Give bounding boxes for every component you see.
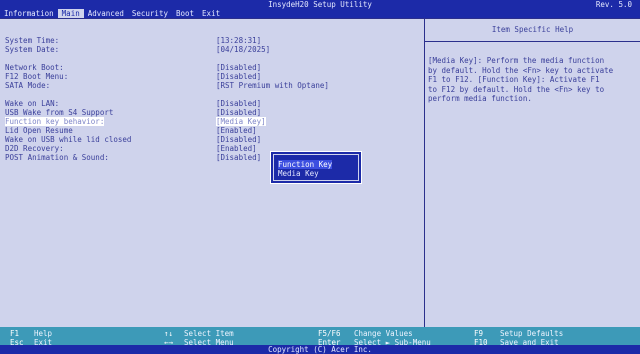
- setting-value[interactable]: [Disabled]: [216, 99, 261, 108]
- function-key-options-popup: Function Key Media Key: [270, 151, 362, 184]
- menu-information[interactable]: Information: [0, 9, 58, 18]
- setting-value[interactable]: [Disabled]: [216, 108, 261, 117]
- setting-network-boot[interactable]: Network Boot: [Disabled]: [5, 63, 415, 72]
- setting-label: SATA Mode:: [5, 81, 51, 90]
- setting-label: Network Boot:: [5, 63, 64, 72]
- setting-value[interactable]: [RST Premium with Optane]: [216, 81, 329, 90]
- setting-function-key-behavior[interactable]: Function key behavior: [Media Key]: [5, 117, 415, 126]
- revision-label: Rev. 5.0: [595, 0, 632, 9]
- menu-main[interactable]: Main: [57, 9, 84, 18]
- help-line: perform media function.: [428, 94, 532, 104]
- help-pane: Item Specific Help [Media Key]: Perform …: [425, 19, 640, 327]
- setting-label: System Date:: [5, 45, 60, 54]
- setting-sata-mode[interactable]: SATA Mode: [RST Premium with Optane]: [5, 81, 415, 90]
- option-media-key[interactable]: Media Key: [278, 169, 319, 178]
- setting-lid-open-resume[interactable]: Lid Open Resume [Enabled]: [5, 126, 415, 135]
- setting-value[interactable]: [Disabled]: [216, 153, 261, 162]
- legend-key: F1: [10, 329, 20, 338]
- setting-label: POST Animation & Sound:: [5, 153, 109, 162]
- help-title: Item Specific Help: [425, 19, 640, 42]
- help-line: by default. Hold the <Fn> key to activat…: [428, 65, 614, 75]
- menu-exit[interactable]: Exit: [198, 9, 224, 18]
- setting-system-time[interactable]: System Time: [13:28:31]: [5, 36, 415, 45]
- menu-security[interactable]: Security: [128, 9, 172, 18]
- option-function-key[interactable]: Function Key: [278, 160, 333, 169]
- setting-label: F12 Boot Menu:: [5, 72, 69, 81]
- setting-f12-boot-menu[interactable]: F12 Boot Menu: [Disabled]: [5, 72, 415, 81]
- legend-f5-f6: F5/F6 Change Values: [318, 329, 413, 338]
- setting-value[interactable]: [13:28:31]: [216, 36, 261, 45]
- top-bar: InsydeH20 Setup Utility Rev. 5.0 Informa…: [0, 0, 640, 18]
- setting-value[interactable]: [Disabled]: [216, 72, 261, 81]
- setting-value[interactable]: [04/18/2025]: [216, 45, 270, 54]
- legend-desc: Select Item: [184, 329, 234, 338]
- setting-usb-wake-s4[interactable]: USB Wake from S4 Support [Disabled]: [5, 108, 415, 117]
- legend-desc: Help: [34, 329, 53, 338]
- legend-key: ↑↓: [164, 329, 174, 338]
- setting-label: System Time:: [5, 36, 60, 45]
- setting-value[interactable]: [Enabled]: [216, 144, 257, 153]
- setting-wake-on-usb-lid-closed[interactable]: Wake on USB while lid closed [Disabled]: [5, 135, 415, 144]
- setting-label: Wake on LAN:: [5, 99, 60, 108]
- setting-label: Lid Open Resume: [5, 126, 73, 135]
- legend-f1: F1 Help: [10, 329, 52, 338]
- legend-key: F5/F6: [318, 329, 341, 338]
- setting-system-date[interactable]: System Date: [04/18/2025]: [5, 45, 415, 54]
- setting-label: Function key behavior:: [5, 117, 105, 126]
- menu-advanced[interactable]: Advanced: [84, 9, 128, 18]
- setting-label: Wake on USB while lid closed: [5, 135, 132, 144]
- legend-f9: F9 Setup Defaults: [474, 329, 563, 338]
- help-line: [Media Key]: Perform the media function: [428, 56, 605, 65]
- setting-label: USB Wake from S4 Support: [5, 108, 114, 117]
- menu-bar: Information Main Advanced Security Boot …: [0, 9, 224, 18]
- help-text: [Media Key]: Perform the media function …: [425, 42, 640, 104]
- legend-key: F9: [474, 329, 484, 338]
- legend-desc: Change Values: [354, 329, 413, 338]
- setting-value[interactable]: [Media Key]: [216, 117, 266, 126]
- menu-boot[interactable]: Boot: [172, 9, 198, 18]
- copyright: Copyright (C) Acer Inc.: [0, 345, 640, 354]
- setting-value[interactable]: [Disabled]: [216, 63, 261, 72]
- setting-wake-on-lan[interactable]: Wake on LAN: [Disabled]: [5, 99, 415, 108]
- setting-value[interactable]: [Disabled]: [216, 135, 261, 144]
- help-line: F1 to F12. [Function Key]: Activate F1: [428, 75, 600, 85]
- setting-value[interactable]: [Enabled]: [216, 126, 257, 135]
- legend-desc: Setup Defaults: [500, 329, 564, 338]
- setting-label: D2D Recovery:: [5, 144, 64, 153]
- help-line: to F12 by default. Hold the <Fn> key to: [428, 84, 605, 94]
- legend-up-down: ↑↓ Select Item: [164, 329, 234, 338]
